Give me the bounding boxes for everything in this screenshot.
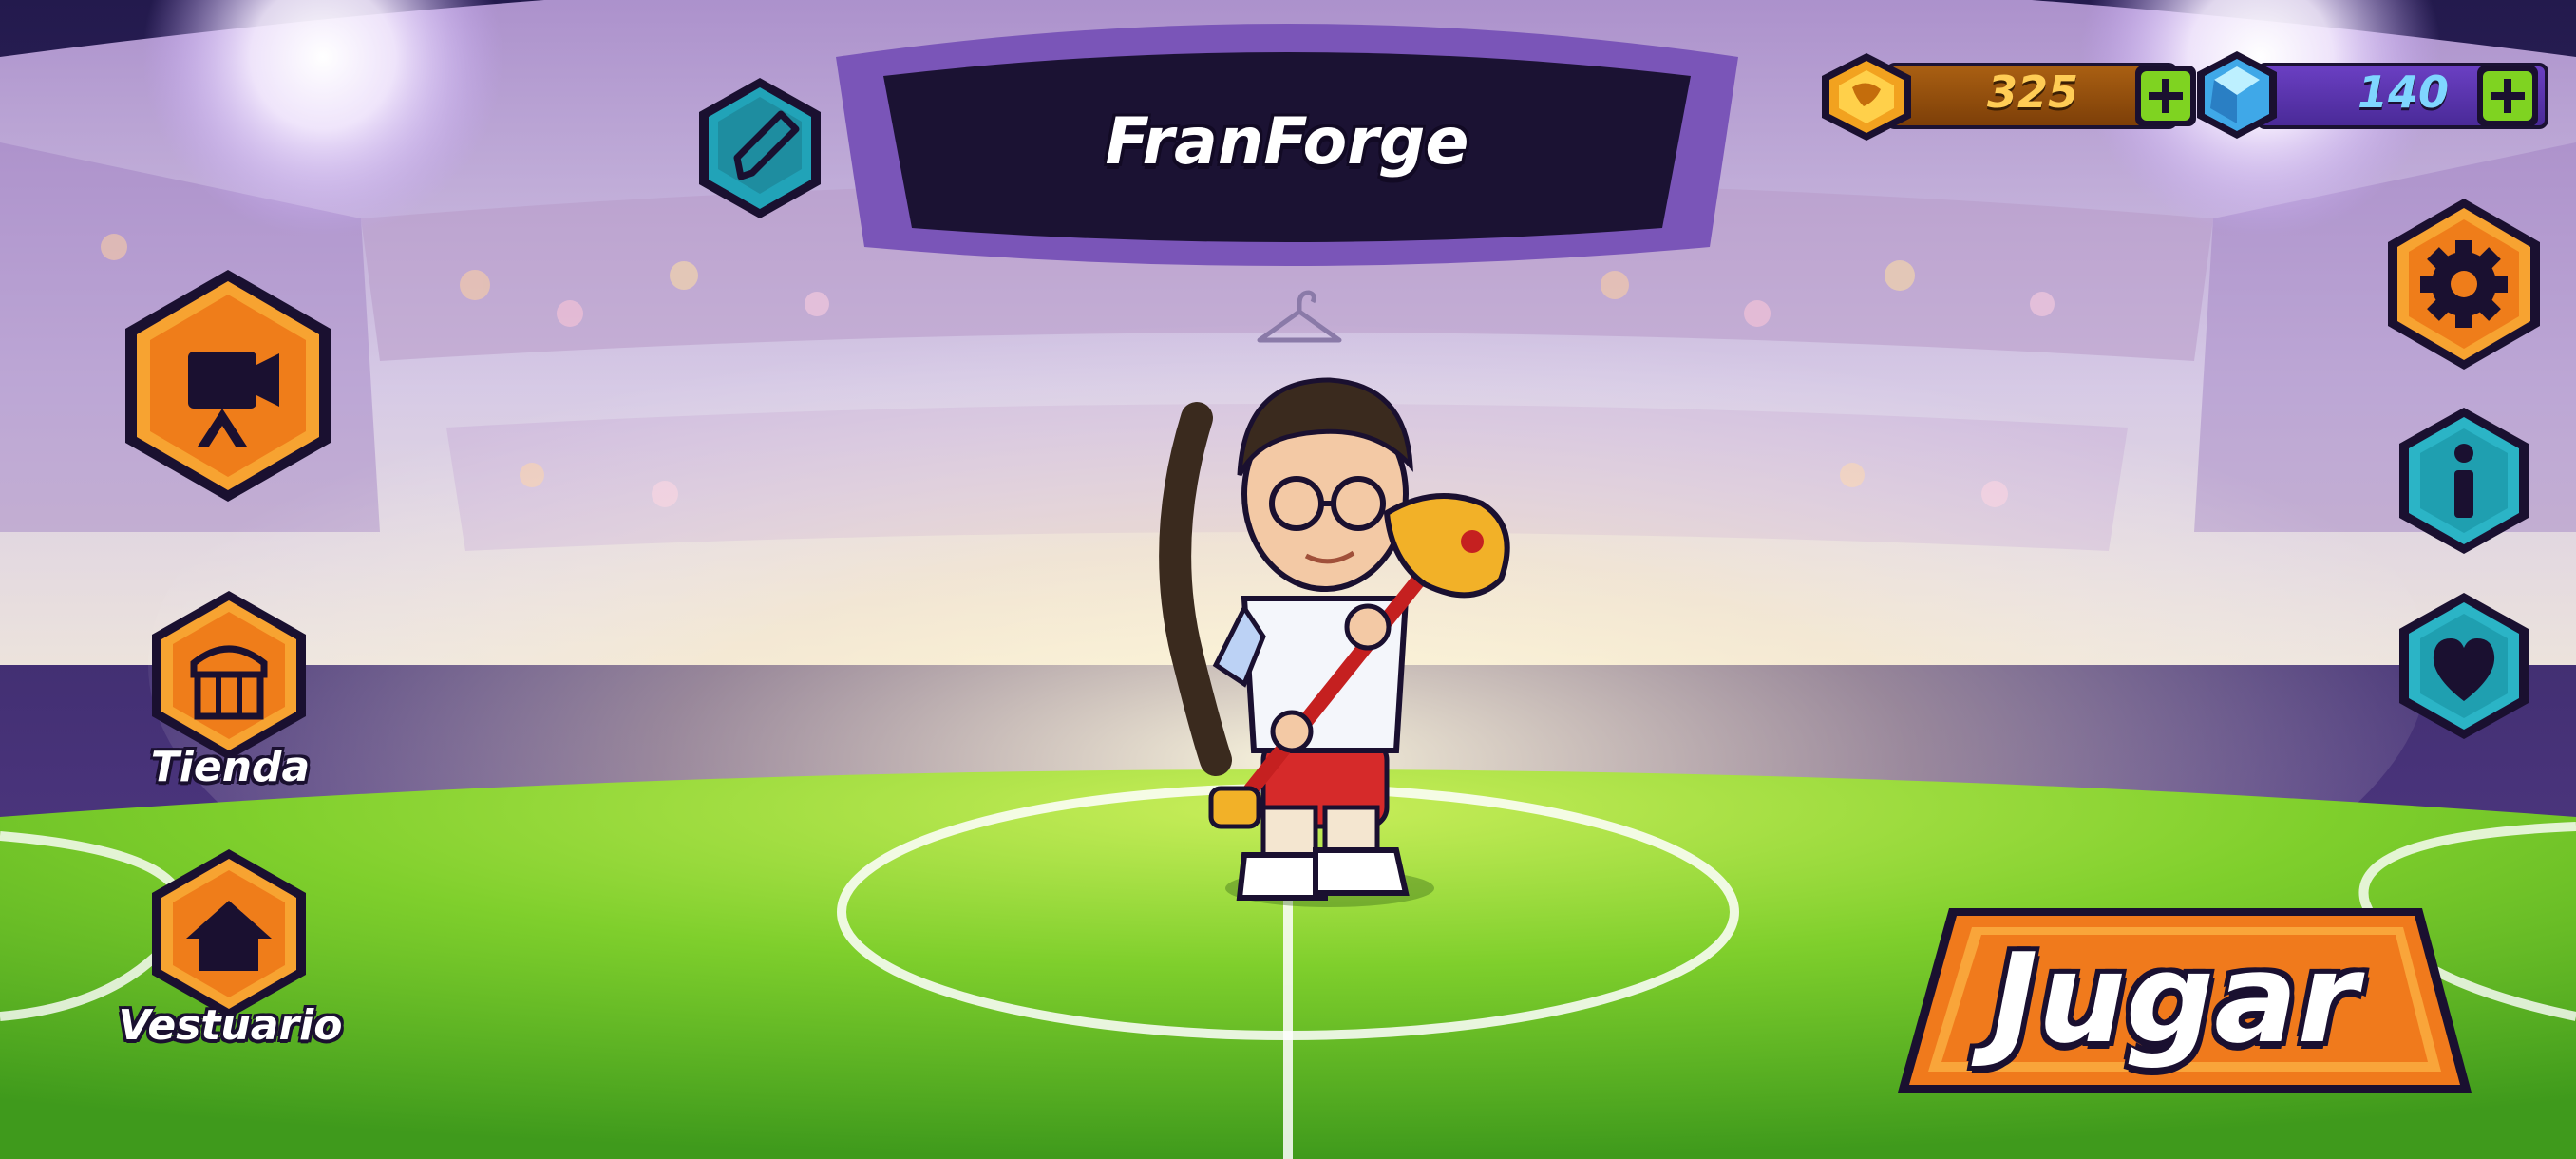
favorites-button[interactable] (2396, 589, 2532, 743)
coins-value: 325 (1986, 66, 2079, 118)
gear-icon (2388, 199, 2540, 370)
pencil-icon (699, 78, 821, 218)
wardrobe-label: Vestuario (118, 1001, 343, 1050)
player-name: FranForge (1105, 104, 1469, 180)
blue-gem-icon (2197, 51, 2277, 139)
video-button[interactable] (122, 266, 334, 505)
settings-button[interactable] (2384, 195, 2544, 373)
info-icon (2399, 408, 2529, 554)
play-button-label: Jugar (1992, 926, 2358, 1071)
wardrobe-button[interactable] (148, 846, 310, 1022)
shop-button[interactable] (148, 587, 310, 764)
video-camera-icon (125, 270, 331, 502)
info-button[interactable] (2396, 404, 2532, 558)
home-icon (152, 849, 306, 1018)
shop-stall-icon (152, 591, 306, 760)
hanger-icon (1257, 290, 1342, 343)
player-avatar (1159, 377, 1510, 907)
shop-label: Tienda (150, 743, 311, 791)
edit-name-button[interactable] (693, 74, 826, 222)
heart-icon (2399, 593, 2529, 739)
plus-icon (2477, 66, 2538, 126)
add-gems-button[interactable] (2474, 63, 2541, 129)
gold-coin-icon (1822, 53, 1911, 141)
